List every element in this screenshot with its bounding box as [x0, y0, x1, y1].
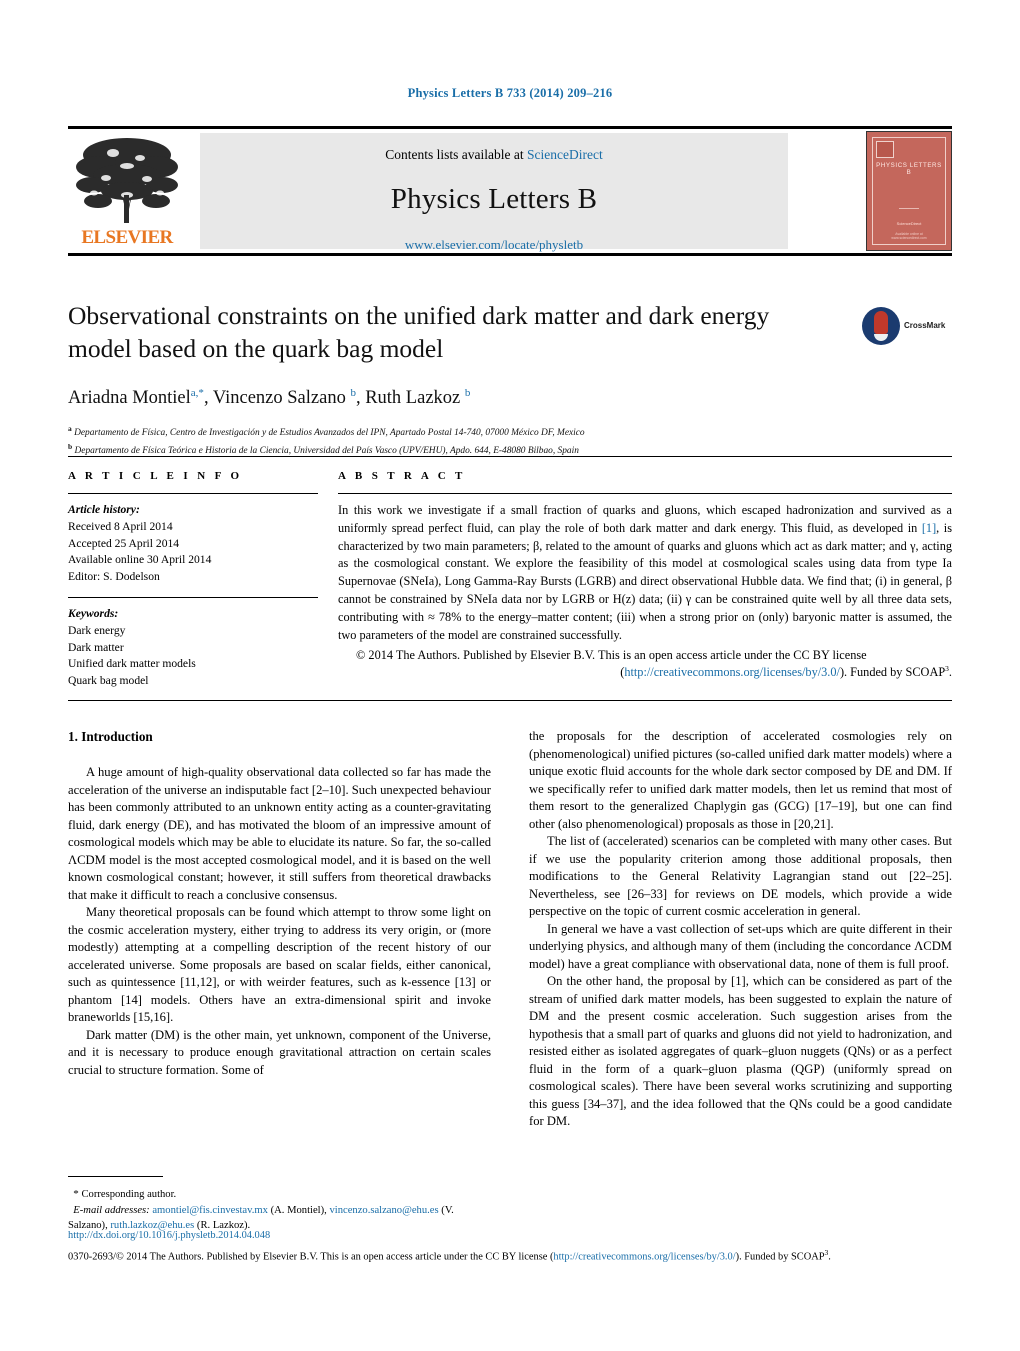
journal-banner: Contents lists available at ScienceDirec…	[200, 133, 788, 252]
footer-cc-license-link[interactable]: http://creativecommons.org/licenses/by/3…	[553, 1251, 735, 1262]
abstract-text: In this work we investigate if a small f…	[338, 502, 952, 645]
cc-license-link[interactable]: http://creativecommons.org/licenses/by/3…	[624, 666, 840, 680]
journal-title: Physics Letters B	[390, 183, 598, 215]
article-history-label: Article history:	[68, 503, 140, 516]
paper-page: Physics Letters B 733 (2014) 209–216 ELS…	[0, 0, 1020, 1351]
article-history-available: Available online 30 April 2014	[68, 553, 212, 567]
title-block: Observational constraints on the unified…	[68, 300, 952, 459]
paragraph: On the other hand, the proposal by [1], …	[529, 974, 952, 1128]
article-history-block: Article history: Received 8 April 2014 A…	[68, 502, 318, 586]
author-list: Ariadna Montiela,*, Vincenzo Salzano b, …	[68, 387, 471, 409]
section-heading-introduction: 1. Introduction	[68, 729, 153, 744]
crossmark-logo-icon	[862, 307, 900, 345]
article-info-heading: A R T I C L E I N F O	[68, 470, 243, 482]
email-link-montiel[interactable]: amontiel@fis.cinvestav.mx	[152, 1205, 268, 1216]
copyright-end-text: .	[948, 665, 952, 680]
abstract-part-2: , is characterized by two main parameter…	[338, 520, 952, 642]
keyword-item: Quark bag model	[68, 674, 149, 688]
article-history-accepted: Accepted 25 April 2014	[68, 536, 180, 550]
affiliation-a-text: Departamento de Física, Centro de Invest…	[74, 428, 585, 439]
paragraph: Many theoretical proposals can be found …	[68, 905, 491, 1025]
keyword-item: Dark matter	[68, 640, 124, 654]
abstract-ref-1-link[interactable]: [1]	[922, 521, 936, 535]
body-column-left: 1. Introduction A huge amount of high-qu…	[68, 728, 491, 1079]
cover-footer-mark: ScienceDirect	[885, 208, 933, 230]
journal-masthead: ELSEVIER Contents lists available at Sci…	[68, 126, 952, 256]
email-label: E-mail addresses:	[73, 1204, 150, 1216]
keywords-block: Keywords: Dark energy Dark matter Unifie…	[68, 606, 318, 690]
info-rule-bottom	[68, 700, 952, 701]
contents-available-line: Contents lists available at ScienceDirec…	[200, 147, 788, 163]
paragraph: A huge amount of high-quality observatio…	[68, 765, 491, 902]
abstract-divider	[338, 493, 952, 494]
page-footer: http://dx.doi.org/10.1016/j.physletb.201…	[68, 1228, 952, 1265]
copyright-line-1: © 2014 The Authors. Published by Elsevie…	[356, 647, 867, 662]
paragraph: In general we have a vast collection of …	[529, 921, 952, 971]
issn-copyright-line: 0370-2693/© 2014 The Authors. Published …	[68, 1247, 952, 1265]
issn-rest-text: © 2014 The Authors. Published by Elsevie…	[115, 1251, 554, 1263]
affiliation-a: a Departamento de Física, Centro de Inve…	[68, 424, 585, 439]
abstract-copyright: © 2014 The Authors. Published by Elsevie…	[338, 647, 952, 683]
corresponding-author-note: * Corresponding author.	[68, 1186, 491, 1203]
cover-footer-note: ScienceDirect	[896, 221, 922, 226]
article-info-panel: A R T I C L E I N F O Article history: R…	[68, 470, 318, 690]
cover-publisher-badge-icon	[876, 141, 894, 158]
journal-cover-thumbnail: PHYSICS LETTERS B ScienceDirect Availabl…	[866, 131, 952, 251]
copyright-after-text: ). Funded by SCOAP	[839, 665, 946, 680]
paragraph: the proposals for the description of acc…	[529, 729, 952, 831]
running-head: Physics Letters B 733 (2014) 209–216	[407, 86, 613, 100]
crossmark-badge[interactable]: CrossMark	[862, 306, 952, 346]
issn-prefix: 0370-2693/	[68, 1251, 116, 1263]
footnote-block: * Corresponding author. E-mail addresses…	[68, 1176, 491, 1234]
email-link-salzano[interactable]: vincenzo.salzano@ehu.es	[329, 1205, 438, 1216]
paragraph: Dark matter (DM) is the other main, yet …	[68, 1027, 491, 1077]
affiliation-b-text: Departamento de Física Teórica e Histori…	[74, 446, 579, 457]
issn-end-text: .	[828, 1251, 831, 1263]
journal-homepage-url[interactable]: www.elsevier.com/locate/physletb	[200, 237, 788, 253]
article-editor: Editor: S. Dodelson	[68, 570, 160, 584]
issn-after-text: ). Funded by SCOAP	[735, 1251, 825, 1263]
article-history-received: Received 8 April 2014	[68, 519, 173, 533]
sciencedirect-link[interactable]: ScienceDirect	[527, 147, 603, 162]
keywords-label: Keywords:	[68, 606, 119, 620]
crossmark-label: CrossMark	[904, 321, 946, 330]
footnote-rule	[68, 1176, 163, 1177]
body-column-right: the proposals for the description of acc…	[529, 728, 952, 1131]
keyword-item: Dark energy	[68, 623, 126, 637]
email-owner-montiel: (A. Montiel),	[270, 1204, 327, 1216]
corresponding-author-text: Corresponding author.	[81, 1189, 177, 1200]
doi-link[interactable]: http://dx.doi.org/10.1016/j.physletb.201…	[68, 1228, 952, 1244]
elsevier-logo: ELSEVIER	[68, 133, 186, 249]
contents-prefix-text: Contents lists available at	[385, 147, 527, 162]
affiliation-list: a Departamento de Física, Centro de Inve…	[68, 423, 952, 458]
keyword-item: Unified dark matter models	[68, 657, 196, 671]
info-rule-top	[68, 456, 952, 457]
corresponding-author-marker: *	[73, 1188, 79, 1200]
abstract-panel: A B S T R A C T In this work we investig…	[338, 470, 952, 682]
cover-journal-title: PHYSICS LETTERS B	[876, 162, 942, 176]
elsevier-tree-icon	[68, 133, 186, 225]
abstract-part-1: In this work we investigate if a small f…	[338, 503, 952, 535]
paragraph: The list of (accelerated) scenarios can …	[529, 834, 952, 918]
page-title: Observational constraints on the unified…	[68, 301, 770, 363]
article-info-divider	[68, 493, 318, 494]
keywords-divider	[68, 596, 318, 598]
elsevier-wordmark: ELSEVIER	[81, 227, 173, 248]
cover-bottom-note: Available online at www.sciencedirect.co…	[891, 232, 927, 240]
abstract-heading: A B S T R A C T	[338, 470, 466, 482]
